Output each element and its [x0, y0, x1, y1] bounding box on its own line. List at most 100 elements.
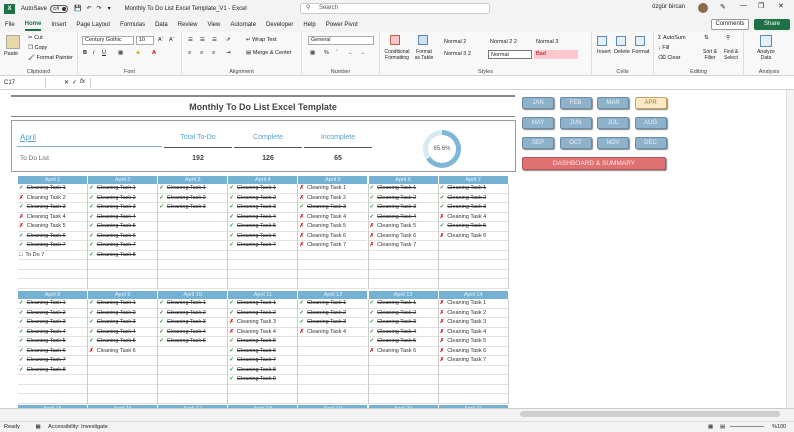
empty-cell[interactable]: [158, 279, 228, 289]
empty-cell[interactable]: [438, 279, 508, 289]
formula-input[interactable]: [90, 78, 782, 88]
close-icon[interactable]: ✕: [778, 2, 784, 10]
empty-cell[interactable]: [158, 270, 228, 279]
restore-icon[interactable]: ❐: [758, 2, 764, 10]
task-item[interactable]: ✗ Cleaning Task 6: [368, 347, 438, 356]
style-normal-3[interactable]: Normal 3: [534, 38, 578, 47]
style-normal-2[interactable]: Normal 2: [442, 38, 486, 47]
task-item[interactable]: ✓ Cleaning Task 6: [228, 232, 298, 241]
month-button-nov[interactable]: NOV: [597, 137, 629, 149]
task-item[interactable]: ✗ Cleaning Task 4: [298, 213, 368, 222]
check-icon[interactable]: ✓: [229, 376, 234, 382]
empty-cell[interactable]: [368, 366, 438, 375]
merge-center-button[interactable]: ▤ Merge & Center: [246, 50, 292, 56]
italic-button[interactable]: I: [93, 50, 95, 56]
confirm-icon[interactable]: ✓: [72, 79, 77, 86]
task-item[interactable]: ✗ Cleaning Task 6: [88, 347, 158, 356]
task-item[interactable]: ✓ Cleaning Task 1: [158, 299, 228, 309]
page-layout-view-icon[interactable]: ▤: [720, 422, 725, 432]
empty-cell[interactable]: [298, 270, 368, 279]
empty-cell[interactable]: [158, 260, 228, 270]
empty-cell[interactable]: [88, 260, 158, 270]
month-button-dec[interactable]: DEC: [634, 137, 667, 149]
format-table-icon[interactable]: [418, 35, 428, 45]
paste-button[interactable]: Paste: [4, 51, 18, 57]
empty-cell[interactable]: [298, 347, 368, 356]
empty-cell[interactable]: [368, 356, 438, 366]
check-icon[interactable]: ✓: [229, 233, 234, 239]
task-item[interactable]: ✗ Cleaning Task 7: [298, 241, 368, 251]
task-item[interactable]: ✓ Cleaning Task 2: [158, 309, 228, 318]
cross-icon[interactable]: ✗: [440, 319, 445, 325]
task-item[interactable]: □ To Do 7: [18, 251, 88, 260]
task-item[interactable]: ✓ Cleaning Task 3: [18, 203, 88, 213]
empty-cell[interactable]: [368, 375, 438, 385]
check-icon[interactable]: ✓: [89, 300, 94, 306]
task-item[interactable]: ✓ Cleaning Task 8: [228, 366, 298, 375]
task-item[interactable]: ✓ Cleaning Task 4: [368, 213, 438, 222]
cut-button[interactable]: ✂ Cut: [28, 35, 43, 41]
fx-icon[interactable]: fx: [80, 78, 85, 85]
empty-cell[interactable]: [298, 375, 368, 385]
check-icon[interactable]: ✓: [299, 300, 304, 306]
cross-icon[interactable]: ✗: [19, 223, 24, 229]
check-icon[interactable]: ✓: [229, 242, 234, 248]
empty-cell[interactable]: [158, 375, 228, 385]
check-icon[interactable]: ✓: [229, 357, 234, 363]
task-item[interactable]: ✓ Cleaning Task 3: [228, 203, 298, 213]
tab-power-pivot[interactable]: Power Pivot: [326, 20, 358, 30]
task-item[interactable]: ✓ Cleaning Task 3: [368, 203, 438, 213]
clear-button[interactable]: ⌫ Clear: [658, 55, 680, 61]
task-item[interactable]: ✓ Cleaning Task 3: [158, 203, 228, 213]
check-icon[interactable]: ✓: [370, 204, 375, 210]
task-item[interactable]: ✓ Cleaning Task 1: [228, 184, 298, 194]
month-button-jun[interactable]: JUN: [559, 117, 592, 129]
check-icon[interactable]: ✓: [440, 185, 445, 191]
check-icon[interactable]: ✓: [370, 338, 375, 344]
check-icon[interactable]: ✓: [89, 233, 94, 239]
task-item[interactable]: ✗ Cleaning Task 7: [368, 241, 438, 251]
check-icon[interactable]: ✓: [159, 185, 164, 191]
empty-cell[interactable]: [438, 366, 508, 375]
check-icon[interactable]: ✓: [89, 310, 94, 316]
empty-cell[interactable]: [158, 213, 228, 222]
check-icon[interactable]: ✓: [19, 319, 24, 325]
insert-cells-button[interactable]: Insert: [597, 49, 611, 55]
month-button-jul[interactable]: JUL: [597, 117, 629, 129]
empty-cell[interactable]: [368, 270, 438, 279]
cross-icon[interactable]: ✗: [299, 214, 304, 220]
conditional-formatting-button[interactable]: Conditional Formatting: [382, 49, 412, 61]
cross-icon[interactable]: ✗: [229, 329, 234, 335]
task-item[interactable]: ✓ Cleaning Task 7: [18, 356, 88, 366]
task-item[interactable]: ✓ Cleaning Task 1: [88, 299, 158, 309]
check-icon[interactable]: ✓: [19, 185, 24, 191]
task-item[interactable]: ✓ Cleaning Task 5: [88, 222, 158, 232]
empty-cell[interactable]: [438, 385, 508, 394]
align-right-icon[interactable]: ≡: [212, 50, 215, 56]
empty-cell[interactable]: [438, 260, 508, 270]
empty-cell[interactable]: [18, 394, 88, 404]
check-icon[interactable]: ✓: [370, 214, 375, 220]
task-item[interactable]: ✓ Cleaning Task 5: [18, 337, 88, 347]
cross-icon[interactable]: ✗: [370, 348, 375, 354]
empty-cell[interactable]: [298, 394, 368, 404]
task-item[interactable]: ✓ Cleaning Task 2: [158, 194, 228, 203]
check-icon[interactable]: ✓: [89, 214, 94, 220]
task-item[interactable]: ✓ Cleaning Task 5: [438, 222, 508, 232]
vertical-scrollbar[interactable]: [786, 90, 794, 408]
task-item[interactable]: ✗ Cleaning Task 4: [298, 328, 368, 337]
task-item[interactable]: ✓ Cleaning Task 7: [228, 241, 298, 251]
empty-cell[interactable]: [158, 251, 228, 260]
task-item[interactable]: ✗ Cleaning Task 3: [228, 318, 298, 328]
task-item[interactable]: ✓ Cleaning Task 1: [18, 184, 88, 194]
empty-cell[interactable]: [158, 222, 228, 232]
check-icon[interactable]: ✓: [19, 242, 24, 248]
task-item[interactable]: ✓ Cleaning Task 6: [18, 347, 88, 356]
empty-cell[interactable]: [88, 375, 158, 385]
check-icon[interactable]: ✓: [370, 185, 375, 191]
tab-view[interactable]: View: [207, 20, 220, 30]
task-item[interactable]: ✓ Cleaning Task 3: [88, 203, 158, 213]
check-icon[interactable]: ✓: [89, 252, 94, 258]
task-item[interactable]: ✓ Cleaning Task 5: [88, 337, 158, 347]
search-input[interactable]: ⚲ Search: [300, 3, 490, 14]
